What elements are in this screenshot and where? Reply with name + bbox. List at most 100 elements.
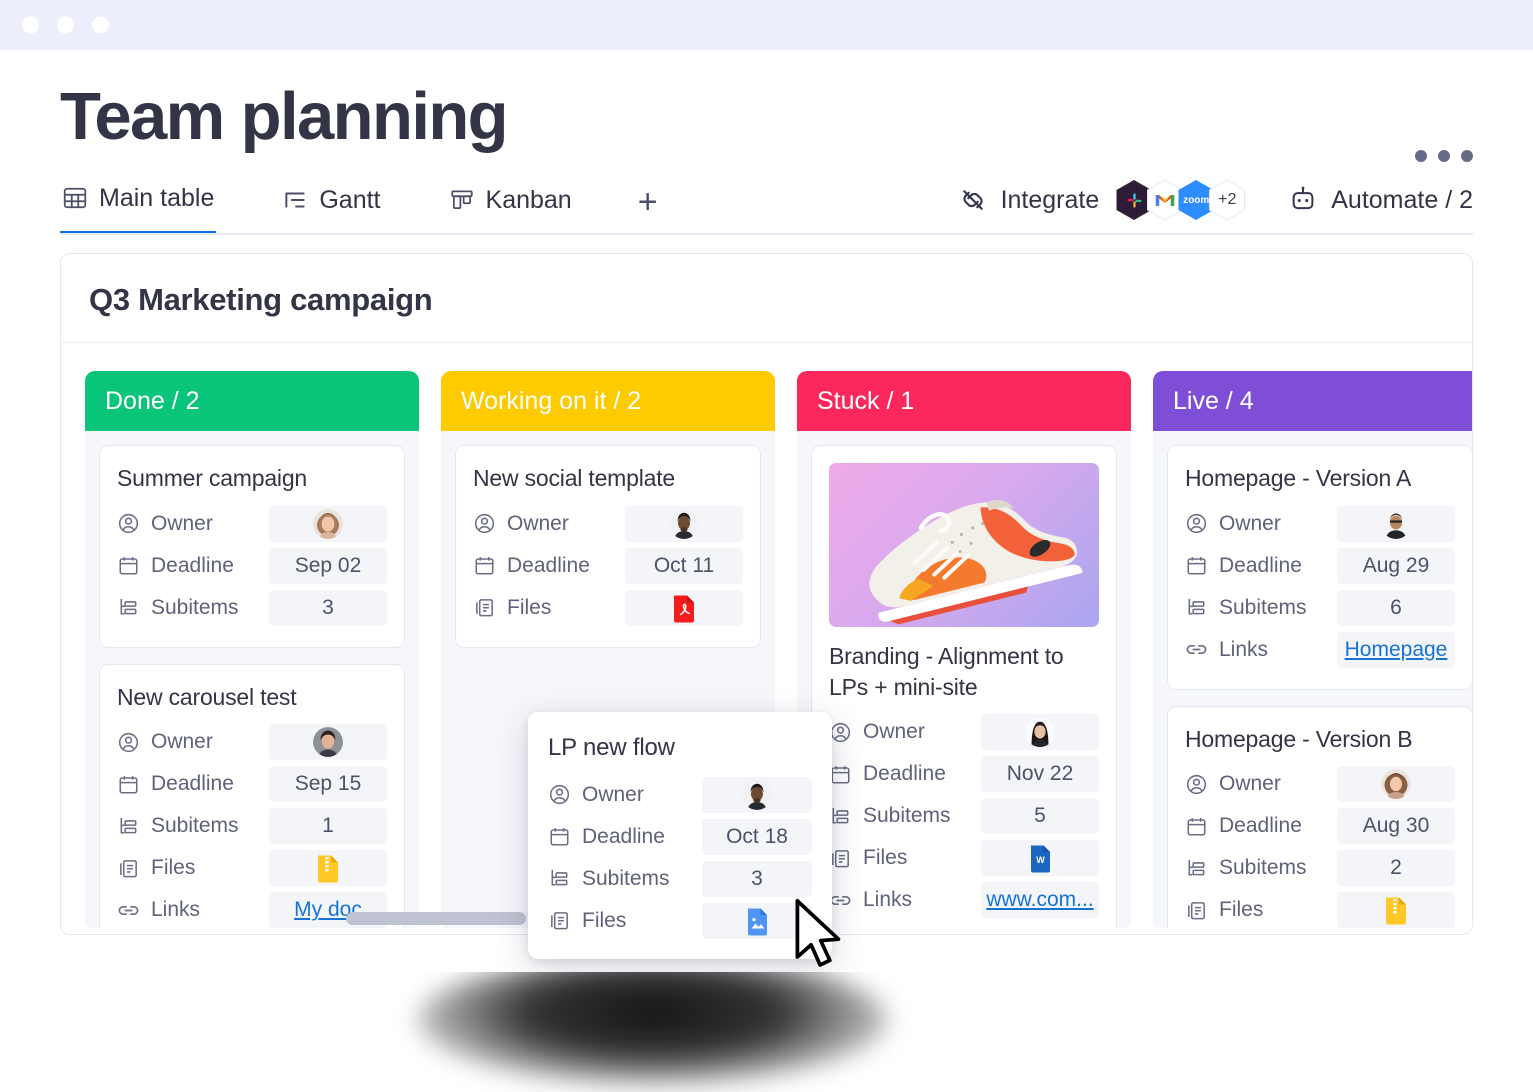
card-new-social-template[interactable]: New social template Owner Deadline Oct 1…	[455, 445, 761, 648]
window-minimize-dot[interactable]	[57, 16, 74, 34]
field-value-owner[interactable]	[1337, 505, 1455, 542]
tab-kanban[interactable]: Kanban	[447, 179, 574, 235]
field-owner[interactable]: Owner	[117, 724, 387, 761]
field-value-subitems[interactable]: 5	[981, 798, 1099, 835]
field-value-owner[interactable]	[269, 505, 387, 542]
integration-app-badges[interactable]: zoom +2	[1115, 179, 1246, 221]
field-value-files[interactable]: W	[981, 840, 1099, 877]
field-files[interactable]: Files W	[829, 840, 1099, 877]
card-title: LP new flow	[548, 734, 675, 761]
integrate-button[interactable]: Integrate	[958, 185, 1100, 215]
card-homepage-version-b[interactable]: Homepage - Version B Owner Deadline Aug …	[1167, 705, 1472, 929]
field-owner[interactable]: Owner	[548, 776, 812, 813]
header-actions: Integrate zoom +2 Automate / 2	[958, 179, 1473, 221]
field-value-deadline[interactable]: Sep 15	[269, 766, 387, 803]
field-deadline[interactable]: Deadline Nov 22	[829, 756, 1099, 793]
more-options-button[interactable]	[1415, 150, 1473, 162]
field-deadline[interactable]: Deadline Aug 29	[1185, 547, 1455, 584]
integration-plug-icon	[958, 185, 988, 215]
card-new-carousel-test[interactable]: New carousel test Owner Deadline Sep 15 …	[99, 663, 405, 929]
field-value-owner[interactable]	[625, 505, 743, 542]
avatar	[313, 508, 343, 539]
files-icon	[548, 909, 571, 932]
calendar-icon	[1185, 554, 1208, 577]
field-value-files[interactable]	[269, 850, 387, 887]
field-deadline[interactable]: Deadline Oct 18	[548, 818, 812, 855]
field-owner[interactable]: Owner	[829, 714, 1099, 751]
field-value-owner[interactable]	[981, 714, 1099, 751]
automate-button[interactable]: Automate / 2	[1288, 185, 1473, 215]
field-value-owner[interactable]	[1337, 766, 1455, 803]
field-subitems[interactable]: Subitems 3	[548, 860, 812, 897]
card-homepage-version-a[interactable]: Homepage - Version A Owner Deadline Aug …	[1167, 445, 1472, 690]
column-live: Live / 4 Homepage - Version A Owner Dead…	[1153, 371, 1472, 929]
field-label: Owner	[582, 782, 644, 806]
field-value-subitems[interactable]: 3	[702, 860, 812, 897]
integration-overflow-badge[interactable]: +2	[1208, 179, 1246, 221]
field-value-subitems[interactable]: 6	[1337, 589, 1455, 626]
field-files[interactable]: Files	[117, 850, 387, 887]
field-value-deadline[interactable]: Oct 18	[702, 818, 812, 855]
table-icon	[62, 185, 88, 211]
field-value-subitems[interactable]: 2	[1337, 850, 1455, 887]
card-title: Homepage - Version B	[1185, 725, 1413, 752]
field-subitems[interactable]: Subitems 3	[117, 589, 387, 626]
field-links[interactable]: Links Homepage	[1185, 631, 1455, 668]
subitems-icon	[829, 805, 852, 828]
field-deadline[interactable]: Deadline Aug 30	[1185, 808, 1455, 845]
calendar-icon	[829, 763, 852, 786]
field-owner[interactable]: Owner	[1185, 505, 1455, 542]
tab-gantt[interactable]: Gantt	[280, 179, 382, 235]
window-close-dot[interactable]	[22, 16, 39, 34]
subitems-icon	[1185, 596, 1208, 619]
field-value-deadline[interactable]: Aug 29	[1337, 547, 1455, 584]
field-subitems[interactable]: Subitems 1	[117, 808, 387, 845]
column-body-done: Summer campaign Owner Deadline Sep 02 Su…	[85, 431, 419, 929]
tab-main-table[interactable]: Main table	[60, 179, 217, 236]
field-value-subitems[interactable]: 1	[269, 808, 387, 845]
integrate-label: Integrate	[1000, 185, 1100, 214]
field-subitems[interactable]: Subitems 5	[829, 798, 1099, 835]
card-title: Summer campaign	[117, 465, 308, 492]
field-deadline[interactable]: Deadline Sep 02	[117, 547, 387, 584]
field-files[interactable]: Files	[473, 589, 743, 626]
field-owner[interactable]: Owner	[473, 505, 743, 542]
field-label: Owner	[151, 511, 213, 535]
field-deadline[interactable]: Deadline Oct 11	[473, 547, 743, 584]
field-value-subitems[interactable]: 3	[269, 589, 387, 626]
column-done: Done / 2 Summer campaign Owner Deadline …	[85, 371, 419, 929]
field-value-files[interactable]	[625, 589, 743, 626]
card-branding-alignment[interactable]: Branding - Alignment to LPs + mini-site …	[811, 445, 1117, 929]
card-preview-lp-new-flow[interactable]: LP new flow Owner Deadline Oct 18 Subite…	[528, 712, 832, 959]
field-files[interactable]: Files	[548, 902, 812, 939]
field-owner[interactable]: Owner	[117, 505, 387, 542]
field-label: Owner	[1219, 511, 1281, 535]
column-header-stuck[interactable]: Stuck / 1	[797, 371, 1131, 432]
field-subitems[interactable]: Subitems 6	[1185, 589, 1455, 626]
window-maximize-dot[interactable]	[92, 16, 109, 34]
card-title: New carousel test	[117, 683, 297, 710]
field-subitems[interactable]: Subitems 2	[1185, 850, 1455, 887]
calendar-icon	[473, 554, 496, 577]
avatar	[1025, 717, 1055, 748]
files-icon	[473, 596, 496, 619]
card-summer-campaign[interactable]: Summer campaign Owner Deadline Sep 02 Su…	[99, 445, 405, 648]
column-header-working-on-it[interactable]: Working on it / 2	[441, 371, 775, 432]
field-value-deadline[interactable]: Sep 02	[269, 547, 387, 584]
window-controls[interactable]	[22, 16, 109, 34]
field-deadline[interactable]: Deadline Sep 15	[117, 766, 387, 803]
column-body-live: Homepage - Version A Owner Deadline Aug …	[1153, 431, 1472, 929]
gantt-icon	[282, 187, 308, 213]
scrollbar-thumb[interactable]	[346, 912, 526, 926]
field-value-link[interactable]: Homepage	[1337, 631, 1455, 668]
column-header-done[interactable]: Done / 2	[85, 371, 419, 432]
field-value-owner[interactable]	[702, 776, 812, 813]
column-header-live[interactable]: Live / 4	[1153, 371, 1472, 432]
add-view-button[interactable]: +	[638, 185, 658, 235]
field-value-deadline[interactable]: Oct 11	[625, 547, 743, 584]
field-value-owner[interactable]	[269, 724, 387, 761]
field-owner[interactable]: Owner	[1185, 766, 1455, 803]
field-value-deadline[interactable]: Nov 22	[981, 756, 1099, 793]
page-title: Team planning	[60, 79, 509, 154]
field-value-deadline[interactable]: Aug 30	[1337, 808, 1455, 845]
